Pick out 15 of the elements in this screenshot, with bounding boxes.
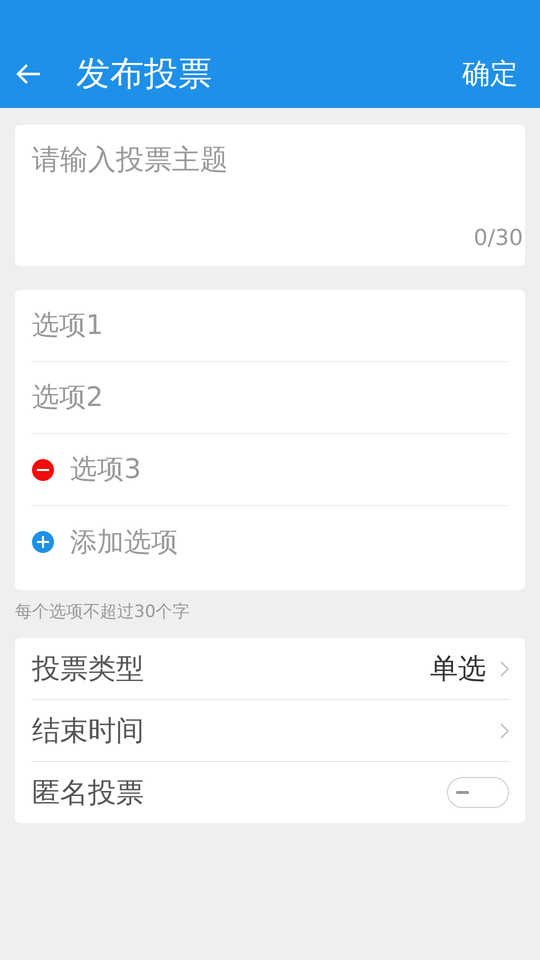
remove-icon[interactable] [32,458,54,480]
add-icon[interactable] [32,530,54,552]
character-counter: 0/30 [474,226,523,251]
setting-label: 投票类型 [32,650,145,686]
page-title: 发布投票 [76,53,213,96]
hint-text: 每个选项不超过30个字 [15,601,191,624]
toggle-switch[interactable] [447,777,509,808]
back-arrow-icon[interactable] [16,63,42,85]
chevron-right-icon[interactable] [500,722,509,738]
chevron-right-icon[interactable] [500,660,509,676]
setting-label: 匿名投票 [32,774,145,810]
setting-value[interactable]: 单选 [430,650,486,688]
add-option-button[interactable]: 添加选项 [70,524,178,560]
confirm-button[interactable]: 确定 [462,55,518,93]
setting-label: 结束时间 [32,712,145,748]
